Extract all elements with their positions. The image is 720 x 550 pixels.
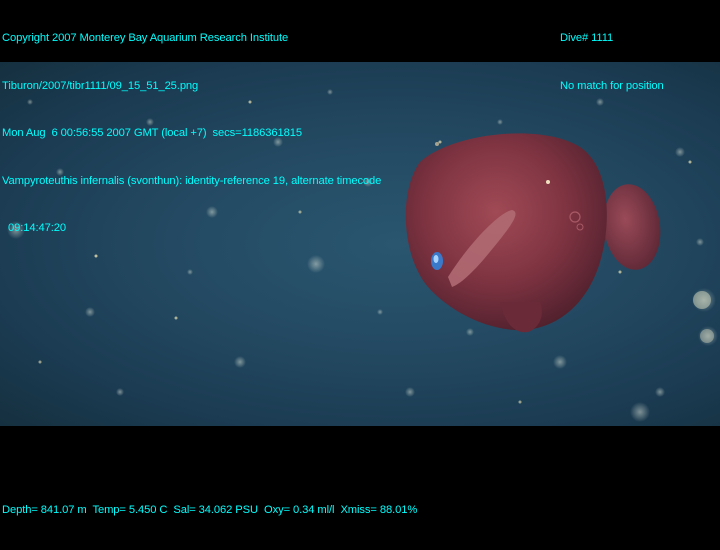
telemetry-readout: Depth= 841.07 m Temp= 5.450 C Sal= 34.06… bbox=[2, 504, 418, 516]
header-overlay: Copyright 2007 Monterey Bay Aquarium Res… bbox=[2, 0, 381, 268]
copyright-text: Copyright 2007 Monterey Bay Aquarium Res… bbox=[2, 32, 289, 44]
timestamp: Mon Aug 6 00:56:55 2007 GMT (local +7) s… bbox=[2, 127, 302, 139]
telemetry-overlay: Depth= 841.07 m Temp= 5.450 C Sal= 34.06… bbox=[2, 470, 417, 550]
video-frame: Copyright 2007 Monterey Bay Aquarium Res… bbox=[0, 0, 720, 516]
species-annotation: Vampyroteuthis infernalis (svonthun): id… bbox=[2, 174, 382, 187]
vampire-squid bbox=[405, 133, 661, 333]
image-path: Tiburon/2007/tibr1111/09_15_51_25.png bbox=[2, 79, 199, 92]
dive-number: Dive# 1111 bbox=[560, 32, 614, 44]
dive-info-overlay: Dive# 1111 No match for position bbox=[560, 0, 664, 125]
alternate-timecode: 09:14:47:20 bbox=[2, 222, 67, 234]
position-status: No match for position bbox=[560, 79, 664, 92]
